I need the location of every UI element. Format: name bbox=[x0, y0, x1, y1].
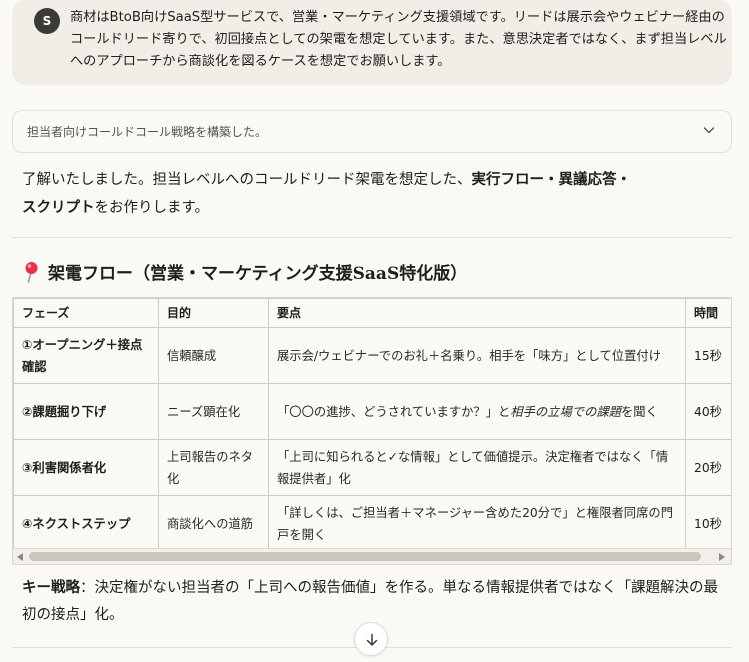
chevron-down-icon bbox=[703, 127, 715, 134]
scroll-left-arrow-icon[interactable] bbox=[17, 553, 23, 561]
table-row: ①オープニング＋接点確認 信頼醸成 展示会/ウェビナーでのお礼＋名乗り。相手を「… bbox=[13, 327, 731, 384]
table-horizontal-scrollbar[interactable] bbox=[13, 548, 731, 564]
cell-point: 「〇〇の進捗、どうされていますか？」と相手の立場での課題を聞く bbox=[268, 383, 686, 440]
column-header: 目的 bbox=[158, 298, 269, 328]
cell-purpose: 商談化への道筋 bbox=[158, 495, 269, 552]
cell-point: 「詳しくは、ご担当者＋マネージャー含めた20分で」と権限者同席の門戸を開く bbox=[268, 495, 686, 552]
arrow-down-icon bbox=[366, 633, 378, 646]
table-row: ④ネクストステップ 商談化への道筋 「詳しくは、ご担当者＋マネージャー含めた20… bbox=[13, 495, 731, 552]
cell-time: 10秒 bbox=[685, 495, 731, 552]
divider bbox=[12, 237, 732, 238]
user-avatar: S bbox=[34, 8, 60, 34]
cell-purpose: ニーズ顕在化 bbox=[158, 383, 269, 440]
section-heading: 架電フロー（営業・マーケティング支援SaaS特化版） bbox=[22, 260, 722, 288]
cell-point-text: 「〇〇の進捗、どうされていますか？」と bbox=[277, 404, 511, 419]
cell-point: 「上司に知られると✓な情報」として価値提示。決定権者ではなく「情報提供者」化 bbox=[268, 439, 686, 496]
intro-text-end: をお作りします。 bbox=[94, 200, 210, 216]
table-row: ②課題掘り下げ ニーズ顕在化 「〇〇の進捗、どうされていますか？」と相手の立場で… bbox=[13, 383, 731, 440]
intro-text: 了解いたしました。担当レベルへのコールドリード架電を想定した、 bbox=[22, 172, 472, 188]
user-message-text: 商材はBtoB向けSaaS型サービスで、営業・マーケティング支援領域です。リード… bbox=[70, 10, 727, 69]
cell-time: 15秒 bbox=[685, 327, 731, 384]
cell-purpose: 上司報告のネタ化 bbox=[158, 439, 269, 496]
cell-point-emphasis: 相手の立場での課題 bbox=[510, 404, 621, 419]
column-header: 要点 bbox=[268, 298, 686, 328]
cell-point: 展示会/ウェビナーでのお礼＋名乗り。相手を「味方」として位置付け bbox=[268, 327, 686, 384]
assistant-intro: 了解いたしました。担当レベルへのコールドリード架電を想定した、実行フロー・異議応… bbox=[22, 166, 712, 222]
intro-bold-2: スクリプト bbox=[22, 199, 95, 216]
section-title: 架電フロー（営業・マーケティング支援SaaS特化版） bbox=[48, 264, 468, 284]
scroll-to-bottom-button[interactable] bbox=[354, 622, 388, 656]
thinking-summary-toggle[interactable]: 担当者向けコールドコール戦略を構築した。 bbox=[12, 110, 732, 153]
key-strategy-label: キー戦略 bbox=[22, 579, 80, 596]
cell-phase: ④ネクストステップ bbox=[13, 495, 159, 552]
cell-time: 40秒 bbox=[685, 383, 731, 440]
table-header-row: フェーズ 目的 要点 時間 bbox=[13, 298, 731, 328]
cell-phase: ①オープニング＋接点確認 bbox=[13, 327, 159, 384]
cell-phase: ②課題掘り下げ bbox=[13, 383, 159, 440]
cell-time: 20秒 bbox=[685, 439, 731, 496]
flow-table: フェーズ 目的 要点 時間 ①オープニング＋接点確認 信頼醸成 展示会/ウェビナ… bbox=[13, 298, 731, 552]
column-header: フェーズ bbox=[13, 298, 159, 328]
cell-point-text: を聞く bbox=[620, 404, 658, 419]
cell-purpose: 信頼醸成 bbox=[158, 327, 269, 384]
scroll-right-arrow-icon[interactable] bbox=[719, 553, 725, 561]
table-row: ③利害関係者化 上司報告のネタ化 「上司に知られると✓な情報」として価値提示。決… bbox=[13, 439, 731, 496]
thinking-summary-label: 担当者向けコールドコール戦略を構築した。 bbox=[27, 125, 268, 139]
flow-table-container[interactable]: フェーズ 目的 要点 時間 ①オープニング＋接点確認 信頼醸成 展示会/ウェビナ… bbox=[12, 297, 732, 565]
cell-phase: ③利害関係者化 bbox=[13, 439, 159, 496]
intro-bold-1: 実行フロー・異議応答・ bbox=[471, 171, 632, 188]
scrollbar-thumb[interactable] bbox=[29, 552, 701, 561]
user-message-bubble: S 商材はBtoB向けSaaS型サービスで、営業・マーケティング支援領域です。リ… bbox=[12, 0, 732, 85]
round-pushpin-icon bbox=[25, 262, 38, 283]
key-strategy-paragraph: キー戦略：決定権がない担当者の「上司への報告価値」を作る。単なる情報提供者ではな… bbox=[22, 574, 722, 629]
key-strategy-text: ：決定権がない担当者の「上司への報告価値」を作る。単なる情報提供者ではなく「課題… bbox=[22, 580, 718, 623]
column-header: 時間 bbox=[685, 298, 731, 328]
